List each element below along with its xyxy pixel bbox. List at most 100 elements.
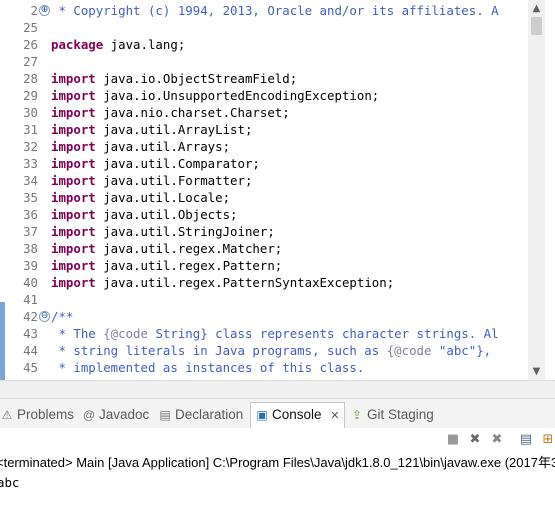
code-token: java.util.ArrayList; — [95, 122, 253, 137]
javadoc-icon: @ — [82, 408, 96, 422]
line-number: 33 — [23, 156, 38, 171]
code-token: java.util.StringJoiner; — [95, 224, 275, 239]
line-number: 39 — [23, 258, 38, 273]
code-line[interactable]: 34 import java.util.Formatter; — [0, 172, 528, 189]
horizontal-scrollbar[interactable] — [0, 380, 555, 398]
close-icon[interactable]: ✕ — [330, 409, 339, 422]
code-editor[interactable]: 2 ⊕ * Copyright (c) 1994, 2013, Oracle an… — [0, 0, 555, 380]
tab-problems[interactable]: ⚠ Problems — [0, 403, 74, 427]
expand-fold-icon[interactable]: ⊕ — [39, 5, 50, 16]
comment-token: {@code — [386, 343, 432, 358]
code-text: import java.util.Arrays; — [51, 138, 230, 155]
collapse-fold-icon[interactable]: ⊖ — [39, 311, 50, 322]
line-number: 2 — [30, 3, 38, 18]
code-text: import java.util.Locale; — [51, 189, 230, 206]
keyword-token: import — [51, 207, 96, 222]
line-number: 27 — [23, 54, 38, 69]
line-number: 40 — [23, 275, 38, 290]
vertical-scrollbar[interactable]: ▲ ▼ — [528, 0, 545, 380]
line-number: 34 — [23, 173, 38, 188]
tab-label: Declaration — [175, 407, 244, 422]
line-number: 41 — [23, 292, 38, 307]
code-token: java.util.Comparator; — [95, 156, 260, 171]
code-token: java.io.ObjectStreamField; — [95, 71, 298, 86]
keyword-token: import — [51, 122, 96, 137]
line-number: 36 — [23, 207, 38, 222]
tab-declaration[interactable]: ▤ Declaration — [158, 403, 243, 427]
show-console-icon[interactable]: ⊞ — [540, 432, 555, 448]
keyword-token: import — [51, 190, 96, 205]
comment-token: * implemented as instances of this class… — [51, 360, 365, 375]
line-number: 32 — [23, 139, 38, 154]
console-output-area[interactable]: <terminated> Main [Java Application] C:\… — [0, 454, 555, 508]
code-line[interactable]: 29 import java.io.UnsupportedEncodingExce… — [0, 87, 528, 104]
code-line[interactable]: 45 * implemented as instances of this cl… — [0, 359, 528, 376]
line-number: 31 — [23, 122, 38, 137]
code-line[interactable]: 30 import java.nio.charset.Charset; — [0, 104, 528, 121]
code-text: * implemented as instances of this class… — [51, 359, 364, 376]
code-text: import java.io.ObjectStreamField; — [51, 70, 297, 87]
view-tab-bar: ⚠ Problems @ Javadoc ▤ Declaration ▣ Console… — [0, 398, 555, 429]
code-line[interactable]: 42 ⊖/** — [0, 308, 528, 325]
keyword-token: import — [51, 139, 96, 154]
scroll-down-icon[interactable]: ▼ — [528, 363, 545, 380]
keyword-token: import — [51, 173, 96, 188]
tab-label: Javadoc — [99, 407, 150, 422]
code-line[interactable]: 32 import java.util.Arrays; — [0, 138, 528, 155]
code-line[interactable]: 41 — [0, 291, 528, 308]
tab-console[interactable]: ▣ Console ✕ — [250, 402, 345, 429]
code-line[interactable]: 39 import java.util.regex.Pattern; — [0, 257, 528, 274]
code-line[interactable]: 31 import java.util.ArrayList; — [0, 121, 528, 138]
scrollbar-thumb[interactable] — [531, 17, 542, 35]
code-line[interactable]: 38 import java.util.regex.Matcher; — [0, 240, 528, 257]
code-line[interactable]: 27 — [0, 53, 528, 70]
code-token: java.util.regex.Pattern; — [95, 258, 283, 273]
code-token: java.io.UnsupportedEncodingException; — [95, 88, 380, 103]
line-number: 25 — [23, 20, 38, 35]
code-line[interactable]: 35 import java.util.Locale; — [0, 189, 528, 206]
line-number: 38 — [23, 241, 38, 256]
code-text: import java.nio.charset.Charset; — [51, 104, 290, 121]
code-line[interactable]: 40 import java.util.regex.PatternSyntaxEx… — [0, 274, 528, 291]
code-token: java.util.Objects; — [95, 207, 238, 222]
code-token: java.util.regex.Matcher; — [95, 241, 283, 256]
code-token: java.lang; — [103, 37, 186, 52]
terminate-icon[interactable]: ■ — [445, 432, 461, 448]
remove-launch-icon[interactable]: ✖ — [467, 432, 483, 448]
keyword-token: import — [51, 275, 96, 290]
code-line[interactable]: 25 — [0, 19, 528, 36]
scroll-up-icon[interactable]: ▲ — [528, 0, 545, 17]
console-status: <terminated> Main [Java Application] C:\… — [0, 455, 555, 470]
code-text: import java.util.regex.Pattern; — [51, 257, 282, 274]
code-text: import java.util.regex.PatternSyntaxExce… — [51, 274, 394, 291]
code-token: java.util.Locale; — [95, 190, 231, 205]
scroll-lock-icon[interactable]: ▤ — [518, 432, 534, 448]
code-line[interactable]: 37 import java.util.StringJoiner; — [0, 223, 528, 240]
line-number: 37 — [23, 224, 38, 239]
code-text: import java.util.regex.Matcher; — [51, 240, 282, 257]
code-text: import java.util.Comparator; — [51, 155, 260, 172]
tab-label: Problems — [17, 407, 75, 422]
comment-token: {@code — [103, 326, 148, 341]
code-token: java.util.Arrays; — [95, 139, 231, 154]
code-line[interactable]: 36 import java.util.Objects; — [0, 206, 528, 223]
line-number: 44 — [23, 343, 38, 358]
line-number: 29 — [23, 88, 38, 103]
code-line[interactable]: 2 ⊕ * Copyright (c) 1994, 2013, Oracle an… — [0, 2, 528, 19]
keyword-token: import — [51, 258, 96, 273]
code-token: java.util.regex.PatternSyntaxException; — [95, 275, 395, 290]
code-line[interactable]: 44 * string literals in Java programs, s… — [0, 342, 528, 359]
remove-all-terminated-icon[interactable]: ✖ — [489, 432, 505, 448]
tab-javadoc[interactable]: @ Javadoc — [82, 403, 149, 427]
line-number: 42 — [23, 309, 38, 324]
line-number: 28 — [23, 71, 38, 86]
declaration-icon: ▤ — [159, 408, 171, 422]
code-text: import java.util.StringJoiner; — [51, 223, 275, 240]
code-line[interactable]: 28 import java.io.ObjectStreamField; — [0, 70, 528, 87]
code-line[interactable]: 43 * The {@code String} class represents… — [0, 325, 528, 342]
code-line[interactable]: 33 import java.util.Comparator; — [0, 155, 528, 172]
code-text: /** — [51, 308, 73, 325]
tab-git-staging[interactable]: ⇪ Git Staging — [350, 403, 434, 427]
code-line[interactable]: 26 package java.lang; — [0, 36, 528, 53]
line-number: 45 — [23, 360, 38, 375]
